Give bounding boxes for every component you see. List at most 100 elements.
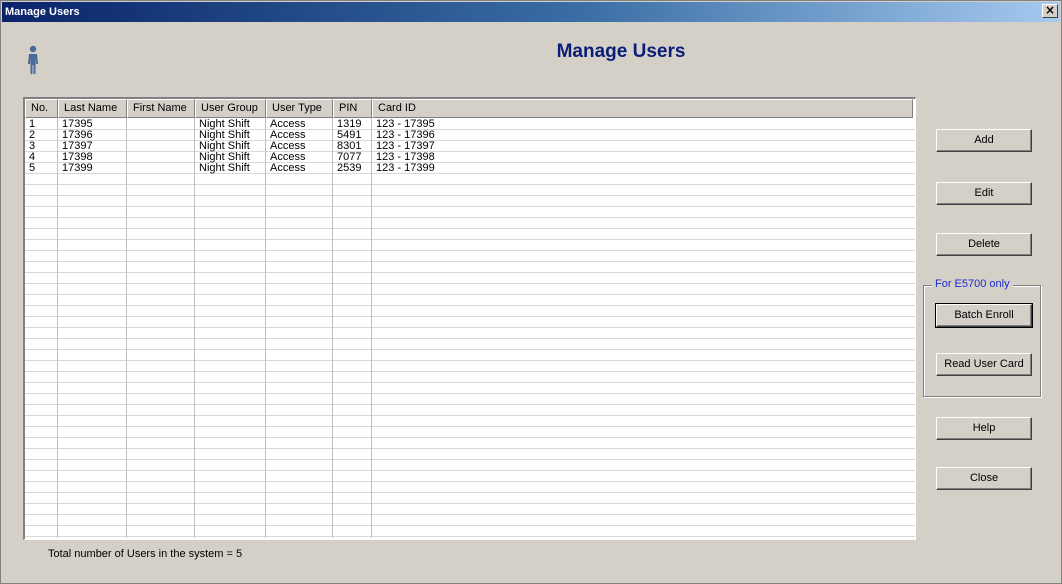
table-cell: 123 - 17396 <box>376 130 435 141</box>
row-divider <box>25 195 915 196</box>
table-row[interactable]: 1 17395 Night Shift Access 1319 123 - 17395 <box>25 119 915 130</box>
table-cell: 5491 <box>337 130 362 141</box>
row-divider <box>25 514 915 515</box>
row-divider <box>25 338 915 339</box>
row-divider <box>25 492 915 493</box>
manage-users-window: Manage Users × Manage Users No. Last Name… <box>0 0 1062 584</box>
table-row[interactable]: 3 17397 Night Shift Access 8301 123 - 17397 <box>25 141 915 152</box>
row-divider <box>25 316 915 317</box>
row-divider <box>25 525 915 526</box>
table-cell: Access <box>270 163 306 174</box>
title-bar: Manage Users × <box>2 2 1060 22</box>
row-divider <box>25 448 915 449</box>
user-count-status: Total number of Users in the system = 5 <box>48 548 243 560</box>
row-divider <box>25 503 915 504</box>
delete-button[interactable]: Delete <box>936 233 1032 256</box>
column-divider <box>332 118 333 538</box>
row-divider <box>25 382 915 383</box>
table-cell <box>127 119 195 130</box>
close-button[interactable]: Close <box>936 467 1032 490</box>
row-divider <box>25 415 915 416</box>
row-divider <box>25 305 915 306</box>
table-cell: 1319 <box>337 119 362 130</box>
read-user-card-button[interactable]: Read User Card <box>936 353 1032 376</box>
page-title: Manage Users <box>556 41 686 62</box>
table-cell: Access <box>270 130 306 141</box>
batch-enroll-button[interactable]: Batch Enroll <box>935 303 1033 328</box>
column-divider <box>371 118 372 538</box>
table-cell: 123 - 17398 <box>376 152 435 163</box>
table-cell: 5 <box>29 163 36 174</box>
table-cell: Access <box>270 119 306 130</box>
row-divider <box>25 239 915 240</box>
users-table[interactable]: No. Last Name First Name User Group User Typ… <box>23 97 916 540</box>
row-divider <box>25 228 915 229</box>
table-cell <box>127 152 195 163</box>
close-icon: × <box>1044 3 1056 17</box>
row-divider <box>25 327 915 328</box>
table-row[interactable]: 2 17396 Night Shift Access 5491 123 - 17396 <box>25 130 915 141</box>
table-cell: 1 <box>29 119 36 130</box>
row-divider <box>25 437 915 438</box>
table-cell: Night Shift <box>199 141 250 152</box>
table-cell: 17395 <box>62 119 93 130</box>
table-cell: Night Shift <box>199 130 250 141</box>
column-divider <box>57 118 58 538</box>
table-cell: Night Shift <box>199 163 250 174</box>
column-divider <box>265 118 266 538</box>
edit-button[interactable]: Edit <box>936 182 1032 205</box>
column-header[interactable]: First Name <box>127 99 195 118</box>
table-cell: 4 <box>29 152 36 163</box>
row-divider <box>25 371 915 372</box>
table-cell: 2 <box>29 130 36 141</box>
column-header[interactable]: Last Name <box>58 99 127 118</box>
table-cell: 8301 <box>337 141 362 152</box>
row-divider <box>25 536 915 537</box>
table-cell: 17396 <box>62 130 93 141</box>
e5700-groupbox: For E5700 only <box>923 278 1041 397</box>
row-divider <box>25 481 915 482</box>
table-body: 1 17395 Night Shift Access 1319 123 - 17395 2 1… <box>25 118 915 538</box>
column-header[interactable]: User Type <box>266 99 333 118</box>
close-window-button[interactable]: × <box>1042 4 1058 18</box>
column-divider <box>194 118 195 538</box>
table-cell: Access <box>270 152 306 163</box>
row-divider <box>25 426 915 427</box>
row-divider <box>25 283 915 284</box>
row-divider <box>25 404 915 405</box>
table-cell: 17399 <box>62 163 93 174</box>
row-divider <box>25 261 915 262</box>
table-cell: 3 <box>29 141 36 152</box>
table-cell <box>127 141 195 152</box>
row-divider <box>25 206 915 207</box>
row-divider <box>25 360 915 361</box>
row-divider <box>25 217 915 218</box>
row-divider <box>25 272 915 273</box>
row-divider <box>25 393 915 394</box>
table-cell: Night Shift <box>199 152 250 163</box>
column-header[interactable]: User Group <box>195 99 266 118</box>
column-divider <box>126 118 127 538</box>
table-row[interactable]: 4 17398 Night Shift Access 7077 123 - 17398 <box>25 152 915 163</box>
column-header[interactable]: Card ID <box>372 99 913 118</box>
row-divider <box>25 250 915 251</box>
row-divider <box>25 184 915 185</box>
table-cell: 123 - 17397 <box>376 141 435 152</box>
table-cell: 17398 <box>62 152 93 163</box>
table-cell <box>127 163 195 174</box>
column-header[interactable]: PIN <box>333 99 372 118</box>
help-button[interactable]: Help <box>936 417 1032 440</box>
table-row[interactable]: 5 17399 Night Shift Access 2539 123 - 17399 <box>25 163 915 174</box>
table-cell: 123 - 17399 <box>376 163 435 174</box>
table-cell: Access <box>270 141 306 152</box>
table-cell: 123 - 17395 <box>376 119 435 130</box>
table-cell: 2539 <box>337 163 362 174</box>
table-cell <box>127 130 195 141</box>
table-header: No. Last Name First Name User Group User Typ… <box>25 99 915 118</box>
row-divider <box>25 294 915 295</box>
row-divider <box>25 349 915 350</box>
table-cell: 7077 <box>337 152 362 163</box>
add-button[interactable]: Add <box>936 129 1032 152</box>
column-header[interactable]: No. <box>25 99 58 118</box>
row-divider <box>25 459 915 460</box>
